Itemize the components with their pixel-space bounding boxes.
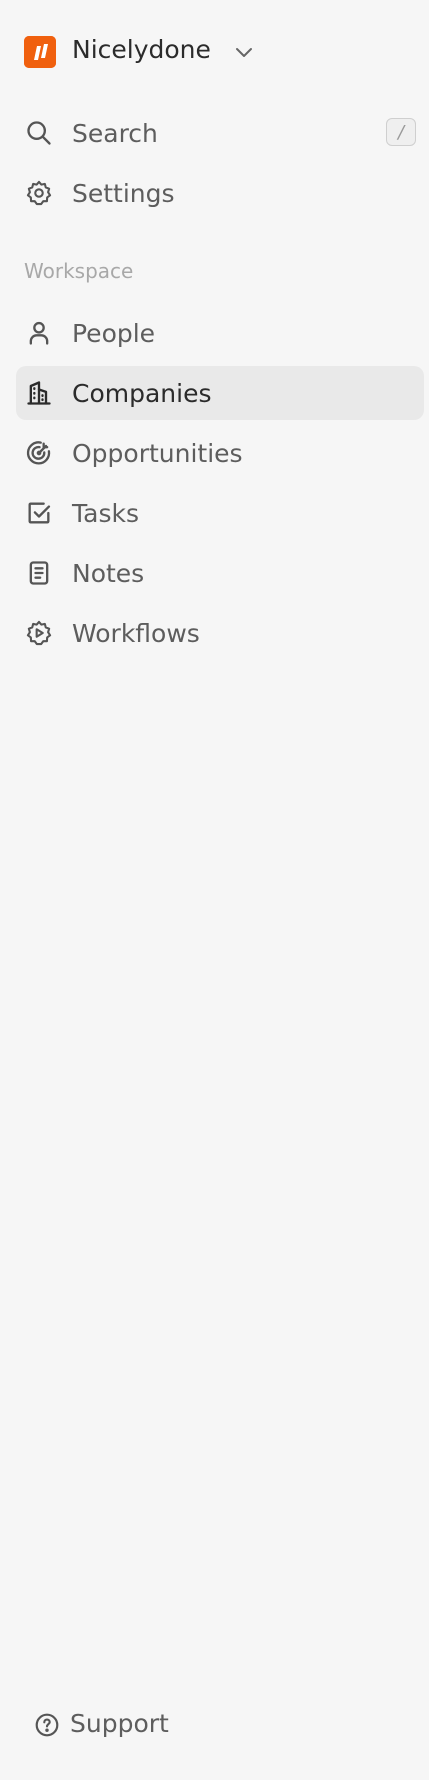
nav-item-label: Workflows [72,618,200,648]
nav-item-companies[interactable]: Companies [16,366,424,420]
workflow-gear-play-icon [25,619,53,647]
nav-item-label: People [72,318,156,348]
nav-item-label: Opportunities [72,438,243,468]
nav-item-search[interactable]: Search / [16,106,424,160]
nav-item-notes[interactable]: Notes [16,546,424,600]
workspace-name: Nicelydone [72,35,211,64]
search-icon [25,119,53,147]
help-circle-icon [34,1712,60,1738]
support-button[interactable]: Support [24,1698,224,1752]
support-label: Support [70,1709,169,1738]
nav-item-opportunities[interactable]: Opportunities [16,426,424,480]
sidebar: Nicelydone Search / Settings Workspace P… [0,0,429,1780]
nav-item-label: Tasks [72,498,139,528]
note-icon [25,559,53,587]
checkbox-icon [25,499,53,527]
nav-item-label: Settings [72,178,175,208]
nav-item-label: Search [72,118,158,148]
building-icon [25,379,53,407]
gear-icon [25,179,53,207]
workspace-logo [24,36,56,68]
person-icon [25,319,53,347]
workspace-logo-icon [24,36,56,68]
nav-item-label: Notes [72,558,145,588]
nav-item-label: Companies [72,378,212,408]
nav-item-tasks[interactable]: Tasks [16,486,424,540]
nav-item-workflows[interactable]: Workflows [16,606,424,660]
workspace-switcher[interactable]: Nicelydone [0,0,280,90]
chevron-down-icon [232,40,256,64]
section-label-workspace: Workspace [24,259,134,283]
nav-item-settings[interactable]: Settings [16,166,424,220]
search-shortcut-badge: / [386,118,416,146]
nav-item-people[interactable]: People [16,306,424,360]
target-icon [25,439,53,467]
